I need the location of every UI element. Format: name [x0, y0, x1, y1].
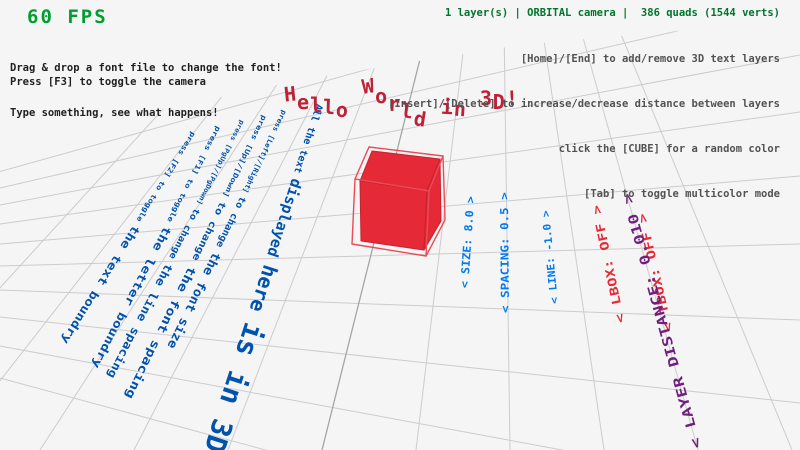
fps-counter: 60 FPS — [27, 6, 108, 28]
help-multicolor: [Tab] to toggle multicolor mode — [388, 187, 780, 202]
instructions-block: Drag & drop a font file to change the fo… — [10, 31, 282, 151]
instruction-drag-drop: Drag & drop a font file to change the fo… — [10, 61, 282, 76]
text3d-demo-window: press [F2] to toggle the text boundrypre… — [0, 0, 800, 450]
help-block: [Home]/[End] to add/remove 3D text layer… — [388, 22, 780, 232]
help-layer-distance: [Insert]/[Delete] to increase/decrease d… — [388, 97, 780, 112]
help-cube-color: click the [CUBE] for a random color — [388, 142, 780, 157]
instruction-type: Type something, see what happens! — [10, 106, 282, 121]
help-layers: [Home]/[End] to add/remove 3D text layer… — [388, 52, 780, 67]
stats-line: 1 layer(s) | ORBITAL camera | 386 quads … — [445, 7, 780, 19]
camera-toggle-hint: Press [F3] to toggle the camera — [10, 76, 206, 88]
